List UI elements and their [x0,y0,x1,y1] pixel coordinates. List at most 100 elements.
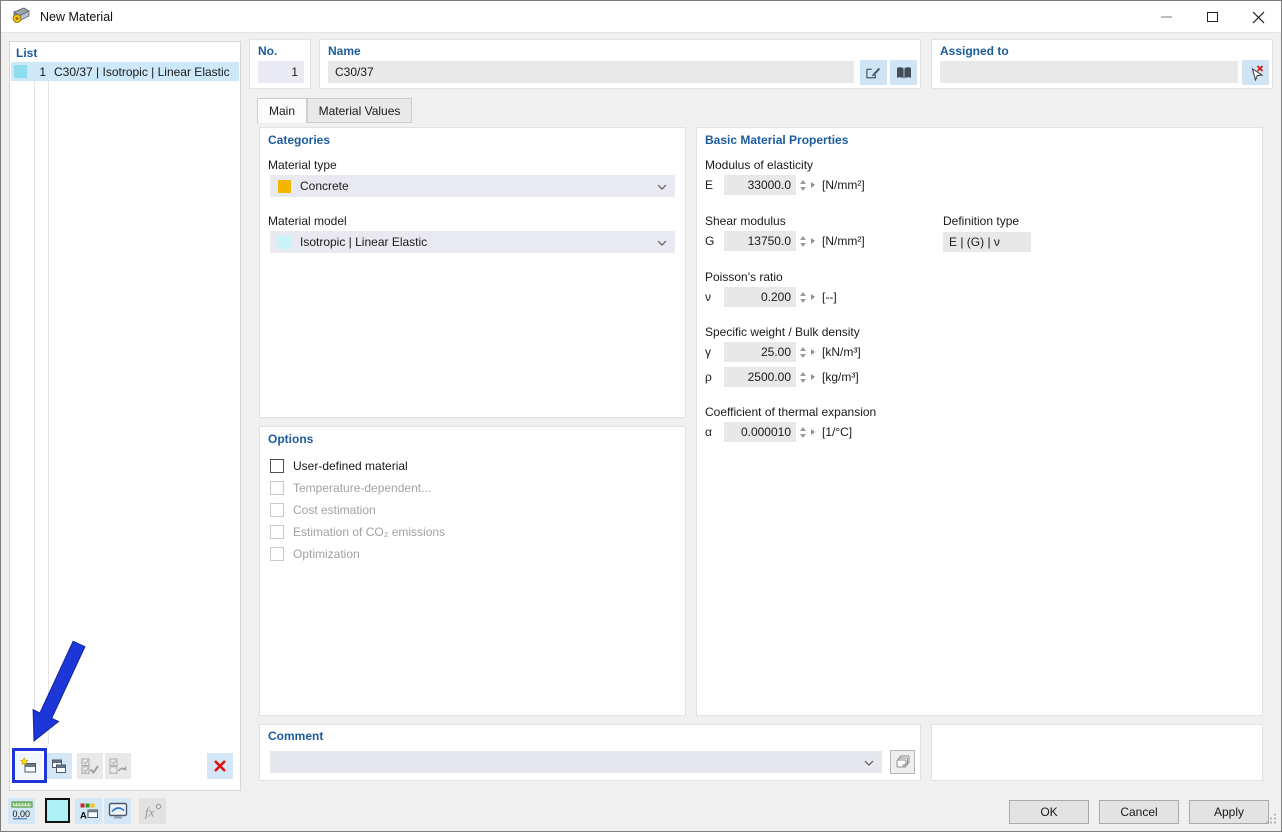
material-type-label: Material type [268,158,337,172]
list-column-divider [48,61,49,744]
detach-arrow-icon[interactable] [811,238,815,244]
tab-main[interactable]: Main [257,98,307,123]
checkboxes-refresh-icon [109,758,127,774]
checkbox-temperature-dependent: Temperature-dependent... [270,480,431,496]
list-column-divider [34,61,35,744]
select-all-button[interactable] [77,753,103,779]
assigned-to-label: Assigned to [940,44,1009,58]
checkbox-co2-estimation: Estimation of CO₂ emissions [270,524,445,540]
material-type-dropdown[interactable]: Concrete [270,175,675,197]
minimize-button[interactable] [1143,1,1189,33]
material-library-button[interactable] [890,60,917,85]
symbol-gamma: γ [705,345,711,359]
monitor-icon [108,802,127,819]
cancel-button[interactable]: Cancel [1099,800,1179,824]
invert-selection-button[interactable] [105,753,131,779]
display-colors-button[interactable]: A [75,798,102,824]
spinner-arrows[interactable] [800,179,806,191]
detach-arrow-icon[interactable] [811,349,815,355]
material-list-panel: List 1 C30/37 | Isotropic | Linear Elast… [9,41,241,791]
ok-button[interactable]: OK [1009,800,1089,824]
chevron-down-icon [657,235,667,249]
material-type-value: Concrete [300,179,349,193]
units-decimal-places-button[interactable]: 0,00 [8,798,35,824]
color-scheme-icon: A [80,803,98,821]
categories-group: Categories Material type Concrete Materi… [259,127,686,418]
spinner-arrows[interactable] [800,346,806,358]
book-icon [896,66,911,78]
svg-text:fx: fx [145,805,155,820]
copy-windows-icon [52,759,66,773]
list-item-material-1[interactable]: 1 C30/37 | Isotropic | Linear Elastic [11,62,239,81]
thermal-unit: [1/°C] [822,425,853,439]
modulus-input[interactable]: 33000.0 [724,175,796,195]
tab-material-values[interactable]: Material Values [307,98,412,123]
select-assigned-objects-button[interactable] [1242,60,1269,85]
rho-row: ρ 2500.00 [kg/m³] [705,367,859,387]
resize-grip[interactable] [1265,813,1277,827]
formula-button[interactable]: fx [139,798,166,824]
spinner-arrows[interactable] [800,291,806,303]
rho-input[interactable]: 2500.00 [724,367,796,387]
material-color-picker-button[interactable] [45,798,70,823]
comment-title: Comment [268,729,324,743]
rendering-button[interactable] [104,798,131,824]
delete-material-button[interactable] [207,753,233,779]
comment-templates-button[interactable] [890,750,915,774]
new-material-dialog: { "window": { "title": "New Material" },… [0,0,1282,832]
list-item-label: C30/37 | Isotropic | Linear Elastic [54,64,230,79]
options-title: Options [268,432,314,446]
poisson-unit: [--] [822,290,837,304]
detach-arrow-icon[interactable] [811,429,815,435]
poisson-row: ν 0.200 [--] [705,287,837,307]
material-name-field[interactable]: C30/37 [328,61,854,83]
fx-function-icon: fx [145,803,161,820]
shear-input[interactable]: 13750.0 [724,231,796,251]
material-model-dropdown[interactable]: Isotropic | Linear Elastic [270,231,675,253]
material-number-field[interactable]: 1 [258,61,304,83]
modulus-label: Modulus of elasticity [705,158,814,172]
material-model-label: Material model [268,214,347,228]
poisson-input[interactable]: 0.200 [724,287,796,307]
chevron-down-icon [864,755,874,769]
definition-type-field: E | (G) | ν [943,232,1031,252]
rename-material-button[interactable] [860,60,887,85]
list-header: List [16,46,38,60]
thermal-label: Coefficient of thermal expansion [705,405,877,419]
chevron-down-icon [657,179,667,193]
window-title: New Material [40,9,113,24]
apply-button[interactable]: Apply [1189,800,1269,824]
definition-type-label: Definition type [943,214,1020,228]
shear-unit: [N/mm²] [822,234,865,248]
info-panel-empty [931,724,1263,781]
svg-text:A: A [80,811,87,821]
comment-combobox[interactable] [270,751,882,773]
detach-arrow-icon[interactable] [811,294,815,300]
spinner-arrows[interactable] [800,426,806,438]
checkbox-user-defined-material[interactable]: User-defined material [270,458,408,474]
thermal-row: α 0.000010 [1/°C] [705,422,852,442]
checkbox-label: Cost estimation [293,503,376,517]
symbol-E: E [705,178,714,192]
gamma-input[interactable]: 25.00 [724,342,796,362]
list-item-number: 1 [39,64,46,79]
detach-arrow-icon[interactable] [811,374,815,380]
material-model-value: Isotropic | Linear Elastic [300,235,428,249]
symbol-G: G [705,234,715,248]
checkbox-label: Optimization [293,547,360,561]
checkbox-icon[interactable] [270,459,284,473]
close-button[interactable] [1235,1,1281,33]
copy-material-button[interactable] [46,753,72,779]
shear-row: G 13750.0 [N/mm²] [705,231,865,251]
name-panel: Name C30/37 [319,39,921,89]
maximize-button[interactable] [1189,1,1235,33]
thermal-input[interactable]: 0.000010 [724,422,796,442]
spinner-arrows[interactable] [800,235,806,247]
material-app-icon [11,6,31,27]
titlebar: New Material [1,1,1281,33]
spinner-arrows[interactable] [800,371,806,383]
assigned-to-field[interactable] [940,61,1238,83]
detach-arrow-icon[interactable] [811,182,815,188]
checkbox-label: User-defined material [293,459,408,473]
symbol-alpha: α [705,425,712,439]
